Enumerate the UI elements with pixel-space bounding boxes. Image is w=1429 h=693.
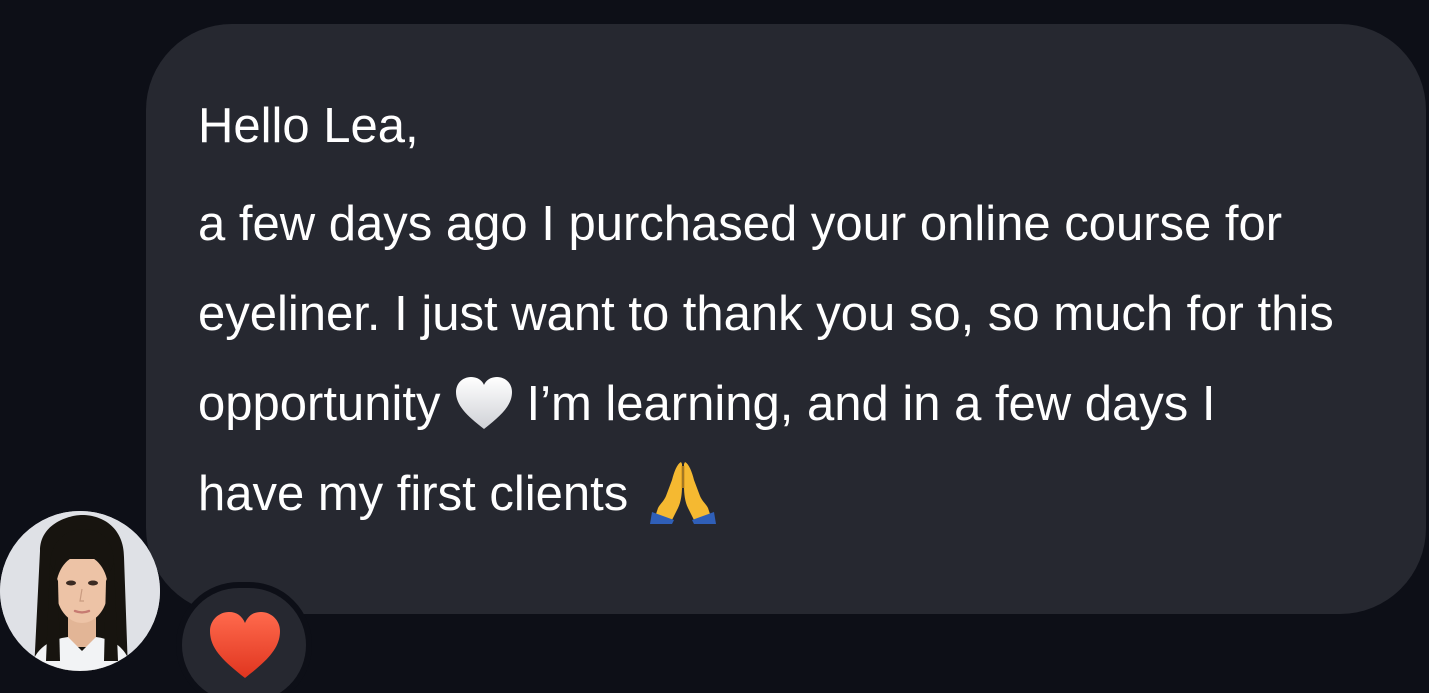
message-text: have my first clients [198, 467, 629, 521]
message-line: eyeliner. I just want to thank you so, s… [198, 284, 1334, 344]
avatar[interactable] [0, 511, 160, 671]
message-text: opportunity [198, 377, 441, 431]
message-bubble[interactable]: Hello Lea, a few days ago I purchased yo… [146, 24, 1426, 614]
red-heart-icon [210, 612, 280, 678]
white-heart-icon [456, 377, 513, 430]
chat-screen: Hello Lea, a few days ago I purchased yo… [0, 0, 1429, 693]
message-text: eyeliner. I just want to thank you so, s… [198, 287, 1334, 341]
message-line: opportunity I’m learning, and in a few d… [198, 374, 1216, 435]
message-greeting: Hello Lea, [198, 99, 419, 153]
message-line: have my first clients [198, 462, 717, 530]
message-line: a few days ago I purchased your online c… [198, 194, 1282, 254]
message-text: a few days ago I purchased your online c… [198, 197, 1283, 251]
profile-photo [0, 511, 160, 671]
folded-hands-icon [650, 462, 717, 525]
message-text: I’m learning, and in a few days I [526, 377, 1216, 431]
reaction-badge[interactable] [176, 582, 312, 693]
